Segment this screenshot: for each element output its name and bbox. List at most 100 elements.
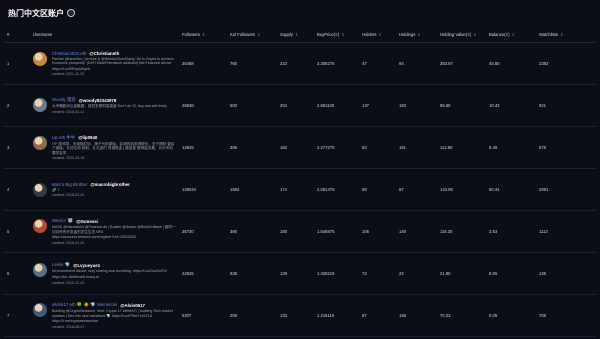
column-header-label: BuyPrice(Ξ) [317, 31, 340, 37]
display-name-link[interactable]: Lip.eth 牛牛 [52, 135, 75, 141]
created-date: created: 2018-02-11 [52, 109, 85, 114]
holding-value-cell: 116.30 [437, 210, 486, 253]
avatar[interactable] [33, 51, 47, 66]
user-link[interactable]: https://lnr--5n89ww9i.fmary.ai [52, 275, 176, 280]
table-row[interactable]: 5 Messi⚡ 🐺 @0xmessi MASK @Hanadkich @Financ… [4, 210, 596, 253]
user-details: Messi⚡ 🐺 @0xmessi MASK @Hanadkich @Finance… [52, 218, 176, 245]
accounts-table: # Username Followers ⇕ Kol Followers ⇕ Supply ⇕… [4, 26, 596, 337]
kol-followers-cell: 1684 [227, 168, 277, 211]
sort-icon[interactable]: ⇕ [202, 32, 205, 37]
kol-followers-cell: 760 [227, 42, 277, 85]
column-header-kol-followers[interactable]: Kol Followers ⇕ [227, 26, 277, 43]
page: { "page": { "title": "热门中文区账户", "info_ic… [0, 0, 600, 339]
balance-cell: 60.44 [486, 168, 536, 211]
column-header-label: Balance(Ξ) [489, 31, 510, 37]
watchlists-cell: 1113 [536, 210, 596, 253]
avatar[interactable] [33, 98, 47, 113]
sort-icon[interactable]: ⇕ [512, 32, 515, 37]
column-header-followers[interactable]: Followers ⇕ [179, 26, 227, 43]
column-header-watchlists[interactable]: Watchlists ⇕ [536, 26, 596, 43]
avatar[interactable] [33, 303, 47, 318]
user-info: alvin617.eth 🍀 ☀️ 💎 Memecoin @Alvin0617 Bu… [33, 302, 176, 329]
display-name-link[interactable]: Macro Big Brother [52, 182, 87, 187]
buy-price-cell: 1.328219 [314, 252, 359, 295]
balance-cell: 10.43 [486, 84, 536, 127]
user-link[interactable]: https://t.me/cryptoweasechat [52, 319, 176, 324]
user-handle[interactable]: @Lvyueyue1 [73, 263, 100, 268]
holdings-cell: 161 [396, 126, 437, 169]
user-handle[interactable]: @Christianeth [89, 51, 119, 56]
user-details: Leslie 💎 @Lvyueyue1 No investment advice, … [52, 262, 176, 284]
avatar[interactable] [33, 182, 47, 197]
followers-cell: 6307 [179, 294, 227, 337]
holdings-cell: 67 [396, 168, 437, 211]
followers-cell: 22845 [179, 252, 227, 295]
user-handle[interactable]: @0xmessi [76, 219, 98, 224]
rank-cell: 7 [4, 294, 30, 337]
column-header-holding-value[interactable]: Holding Value(Ξ) ⇕ [437, 26, 486, 43]
user-handle[interactable]: @macrobigbrother [90, 182, 129, 187]
username-cell: Woody 漫游 @woody82343978 大专嘴欧洲云金融圈，感觉多是财富高度… [30, 84, 179, 127]
user-bio: Partner @NewGen_Venture & @WeirdoGhostGa… [52, 56, 174, 66]
table-row[interactable]: 1 Christian2022.eth @Christianeth Partner @… [4, 42, 596, 85]
user-info: Messi⚡ 🐺 @0xmessi MASK @Hanadkich @Finance… [33, 218, 176, 245]
table-row[interactable]: 3 Lip.eth 牛牛 @lip0940 ITF 原领导，天驱碰红玩，精子代码原始，… [4, 126, 596, 169]
display-name-link[interactable]: Leslie 💎 [52, 262, 70, 268]
column-header-buy-price[interactable]: BuyPrice(Ξ) ⇕ [314, 26, 359, 43]
avatar[interactable] [33, 219, 47, 234]
user-handle[interactable]: @lip0940 [78, 135, 97, 140]
sort-icon[interactable]: ⇕ [560, 32, 563, 37]
column-header-label: Holding Value(Ξ) [440, 31, 472, 37]
user-info: Lip.eth 牛牛 @lip0940 ITF 原领导，天驱碰红玩，精子代码原始，实… [33, 135, 176, 161]
balance-cell: 0.05 [486, 294, 536, 337]
holders-cell: 47 [359, 42, 396, 85]
buy-price-cell: 3.308275 [314, 42, 359, 85]
column-header-label: Followers [182, 31, 200, 37]
created-date: created: 2021-11-23 [52, 72, 85, 77]
sort-icon[interactable]: ⇕ [257, 32, 260, 37]
user-bio: MASK @Hanadkich @FinanceLab | Builder @A… [52, 225, 176, 234]
user-handle[interactable]: @woody82343978 [79, 98, 117, 103]
user-link[interactable]: https://t.co/ERwyNIdynh [52, 67, 176, 72]
column-header-supply[interactable]: Supply ⇕ [277, 26, 314, 43]
holders-cell: 59 [359, 168, 396, 211]
holding-value-cell: 143.06 [437, 168, 486, 211]
sort-icon[interactable]: ⇕ [341, 32, 344, 37]
user-details: Lip.eth 牛牛 @lip0940 ITF 原领导，天驱碰红玩，精子代码原始，实… [52, 135, 176, 161]
user-link[interactable]: https://accounts.binance.com/register?re… [52, 235, 176, 240]
holders-cell: 106 [359, 210, 396, 253]
table-row[interactable]: 7 alvin617.eth 🍀 ☀️ 💎 Memecoin @Alvin0617 B… [4, 294, 596, 337]
table-row[interactable]: 2 Woody 漫游 @woody82343978 大专嘴欧洲云金融圈，感觉多是财富高… [4, 84, 596, 127]
user-handle[interactable]: @Alvin0617 [120, 303, 145, 308]
avatar[interactable] [33, 135, 47, 150]
avatar[interactable] [33, 263, 47, 278]
rank-cell: 5 [4, 210, 30, 253]
display-name-link[interactable]: Messi⚡ 🐺 [52, 218, 73, 224]
buy-price-cell: 2.081475 [314, 168, 359, 211]
buy-price-cell: 2.861100 [314, 84, 359, 127]
sort-icon[interactable]: ⇕ [417, 32, 420, 37]
balance-cell: 45.80 [486, 42, 536, 85]
table-row[interactable]: 6 Leslie 💎 @Lvyueyue1 No investment advice,… [4, 252, 596, 295]
sort-icon[interactable]: ⇕ [295, 32, 298, 37]
sort-icon[interactable]: ⇕ [378, 32, 381, 37]
holdings-cell: 156 [396, 294, 437, 337]
user-info: Christian2022.eth @Christianeth Partner @N… [33, 51, 176, 77]
watchlists-cell: 708 [536, 294, 596, 337]
user-name-line: Messi⚡ 🐺 @0xmessi [52, 218, 176, 224]
user-details: Woody 漫游 @woody82343978 大专嘴欧洲云金融圈，感觉多是财富高度… [52, 97, 176, 114]
column-header-balance[interactable]: Balance(Ξ) ⇕ [486, 26, 536, 43]
info-icon[interactable]: ⓘ [67, 9, 75, 17]
display-name-link[interactable]: Woody 漫游 [52, 97, 76, 103]
display-name-link[interactable]: alvin617.eth 🍀 ☀️ 💎 Memecoin [52, 302, 117, 308]
display-name-link[interactable]: Christian2022.eth [52, 51, 86, 56]
holders-cell: 137 [359, 84, 396, 127]
column-header-label: Kol Followers [230, 31, 256, 37]
column-header-holdings[interactable]: Holdings ⇕ [396, 26, 437, 43]
holdings-cell: 140 [396, 210, 437, 253]
sort-icon[interactable]: ⇕ [473, 32, 476, 37]
table-row[interactable]: 4 Macro Big Brother @macrobigbrother 🔗 ⚡ cre… [4, 168, 596, 211]
username-cell: Christian2022.eth @Christianeth Partner @N… [30, 42, 179, 85]
column-header-holders[interactable]: Holders ⇕ [359, 26, 396, 43]
user-name-line: Woody 漫游 @woody82343978 [52, 97, 176, 103]
